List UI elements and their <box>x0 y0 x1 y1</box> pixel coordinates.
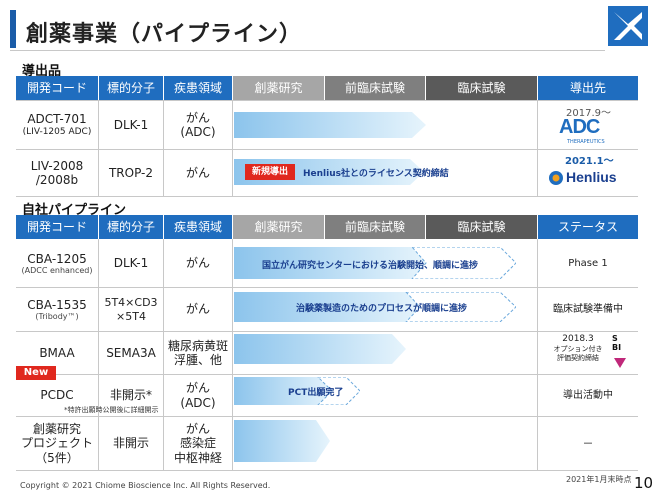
disease-cell: がん <box>185 256 210 271</box>
dev-code-cell: 創薬研究 プロジェクト （5件） <box>16 417 98 470</box>
dev-code-sub: プロジェクト <box>20 436 93 451</box>
dev-code-sub: /2008b <box>35 173 79 187</box>
dev-code-sub: (LIV-1205 ADC) <box>22 126 92 137</box>
progress-note: PCT出願完了 <box>288 388 344 398</box>
disease-sub: 中枢神経 <box>173 450 222 465</box>
disease-cell: がん <box>185 302 210 317</box>
status-cell: － <box>582 436 594 450</box>
target-cell: SEMA3A <box>106 345 156 360</box>
dev-code-cell: ADCT-701 (LIV-1205 ADC) <box>16 101 98 149</box>
partner-sub: THERAPEUTICS <box>567 139 605 145</box>
disease-cell: 糖尿病黄斑 浮腫、他 <box>164 332 232 374</box>
dev-code-cell: CBA-1535 (Tribody™) <box>16 288 98 331</box>
dev-code-sub: (Tribody™) <box>35 311 79 321</box>
as-of-date: 2021年1月末時点 <box>566 475 632 484</box>
henlius-logo: Henlius <box>549 168 627 190</box>
dev-code: ADCT-701 <box>27 112 87 127</box>
target: 5T4×CD3 <box>104 296 158 310</box>
target-cell: DLK-1 <box>113 117 149 132</box>
status-cell: Phase 1 <box>568 257 608 269</box>
copyright: Copyright © 2021 Chiome Bioscience Inc. … <box>20 481 271 490</box>
title-accent-bar <box>10 10 16 48</box>
disease-cell: がん <box>185 165 210 180</box>
status-cell: 導出活動中 <box>563 389 613 401</box>
status-line: 評価契約締結 <box>557 354 599 362</box>
header-partner: 導出先 <box>538 76 638 100</box>
disease-cell: がん (ADC) <box>164 101 232 149</box>
header-dev-code: 開発コード <box>16 76 98 100</box>
disease-sub: (ADC) <box>180 395 216 410</box>
title-divider <box>10 50 605 51</box>
divider <box>537 100 538 196</box>
dev-code: LIV-2008 <box>30 158 84 173</box>
header-discovery: 創薬研究 <box>233 215 324 239</box>
target-cell: 非開示 <box>112 436 149 451</box>
progress-arrow <box>234 420 330 462</box>
disease: がん <box>185 110 210 125</box>
header-dev-code: 開発コード <box>16 215 98 239</box>
header-preclinical: 前臨床試験 <box>325 215 425 239</box>
header-preclinical: 前臨床試験 <box>325 76 425 100</box>
progress-note: 治験薬製造のためのプロセスが順調に進捗 <box>296 304 468 314</box>
dev-code: 創薬研究 <box>32 421 81 436</box>
target-cell: TROP-2 <box>108 165 154 180</box>
divider <box>232 239 233 470</box>
dev-code-cell: LIV-2008 /2008b <box>16 150 98 196</box>
sbi-logo-text: SBI <box>612 334 622 352</box>
dev-code-sub: (ADCC enhanced) <box>21 265 93 275</box>
partner-name: ADC <box>559 116 600 138</box>
header-clinical: 臨床試験 <box>426 215 537 239</box>
disease-sub: 浮腫、他 <box>173 353 222 367</box>
target-sub: ×5T4 <box>116 309 146 323</box>
disease: 糖尿病黄斑 <box>167 338 228 353</box>
disease-cell: がん 感染症 中枢神経 <box>164 417 232 470</box>
progress-note: Henlius社とのライセンス契約締結 <box>303 169 449 179</box>
page-number: 10 <box>634 474 654 492</box>
header-status: ステータス <box>538 215 638 239</box>
target-cell: 5T4×CD3 ×5T4 <box>99 288 163 331</box>
header-disease: 疾患領域 <box>164 76 232 100</box>
disease: がん <box>185 381 210 396</box>
header-clinical: 臨床試験 <box>426 76 537 100</box>
footnote: *特許出願時公開後に詳細開示 <box>64 406 159 414</box>
divider <box>232 100 233 196</box>
page-title: 創薬事業（パイプライン） <box>26 22 303 47</box>
disease-sub: (ADC) <box>180 125 216 139</box>
dev-code-sub: （5件） <box>35 450 79 465</box>
divider <box>16 470 638 471</box>
dev-code-cell: CBA-1205 (ADCC enhanced) <box>16 240 98 287</box>
henlius-mark-icon <box>549 171 563 185</box>
disease-cell: がん (ADC) <box>164 375 232 416</box>
disease-sub: 感染症 <box>179 436 216 451</box>
disease: がん <box>185 421 210 436</box>
new-license-badge: 新規導出 <box>245 164 295 180</box>
partner-name: Henlius <box>566 169 617 185</box>
target-cell: DLK-1 <box>113 256 149 271</box>
divider <box>16 196 638 197</box>
status-cell: 臨床試験準備中 <box>553 303 623 315</box>
status-cell: 2018.3 オプション付き 評価契約締結 <box>548 334 608 363</box>
status-line: オプション付き <box>553 345 603 354</box>
progress-arrow <box>234 112 426 138</box>
dev-code: CBA-1535 <box>27 297 87 312</box>
header-target: 標的分子 <box>99 76 163 100</box>
progress-arrow <box>234 334 406 364</box>
status-date: 2018.3 <box>562 334 594 344</box>
sbi-logo: SBI <box>610 334 632 368</box>
sbi-mark-icon <box>614 358 626 368</box>
header-target: 標的分子 <box>99 215 163 239</box>
header-discovery: 創薬研究 <box>233 76 324 100</box>
adc-therapeutics-logo: ADC THERAPEUTICS <box>553 116 623 146</box>
company-logo-icon <box>608 6 648 46</box>
partner-date: 2021.1～ <box>565 156 614 167</box>
header-disease: 疾患領域 <box>164 215 232 239</box>
progress-note: 国立がん研究センターにおける治験開始、順調に進捗 <box>262 261 479 271</box>
dev-code: CBA-1205 <box>27 251 87 266</box>
